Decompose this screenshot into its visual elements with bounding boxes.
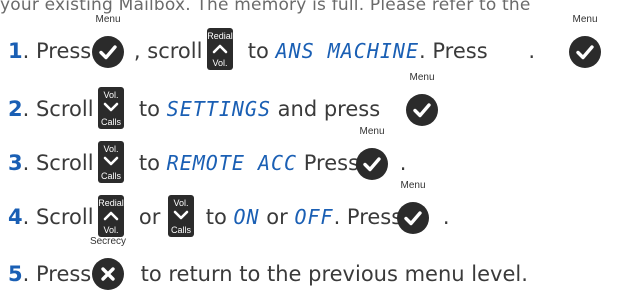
lcd-text: ON <box>233 205 260 229</box>
step-5: 5. Press to return to the previous menu … <box>8 262 528 286</box>
secrecy-button[interactable] <box>92 258 124 290</box>
menu-button[interactable] <box>92 36 124 68</box>
step-1: 1. Press , scroll to ANS MACHINE. Press … <box>8 39 535 63</box>
step-number: 1 <box>8 39 23 63</box>
step-number: 5 <box>8 262 23 286</box>
redial-vol-up-key[interactable]: Redial Vol. <box>207 28 233 70</box>
secrecy-caption: Secrecy <box>89 236 127 247</box>
menu-button[interactable] <box>406 94 438 126</box>
step-number: 2 <box>8 97 23 121</box>
menu-caption: Menu <box>95 14 121 25</box>
lcd-text: ANS MACHINE <box>275 39 420 63</box>
lcd-text: OFF <box>294 205 334 229</box>
menu-button[interactable] <box>397 202 429 234</box>
step-4: 4. Scroll or to ON or OFF. Press . <box>8 205 450 229</box>
step-3: 3. Scroll to REMOTE ACC Press . <box>8 151 407 175</box>
menu-caption: Menu <box>409 72 435 83</box>
menu-caption: Menu <box>572 14 598 25</box>
step-2: 2. Scroll to SETTINGS and press . <box>8 97 428 121</box>
vol-calls-down-key[interactable]: Vol. Calls <box>98 87 124 129</box>
step-number: 4 <box>8 205 23 229</box>
checkmark-icon <box>363 157 381 172</box>
checkmark-icon <box>404 211 422 226</box>
lcd-text: SETTINGS <box>166 97 271 121</box>
menu-button[interactable] <box>569 36 601 68</box>
close-icon <box>101 267 115 281</box>
vol-calls-down-key[interactable]: Vol. Calls <box>98 141 124 183</box>
redial-vol-up-key[interactable]: Redial Vol. <box>98 195 124 237</box>
menu-button[interactable] <box>356 148 388 180</box>
checkmark-icon <box>576 45 594 60</box>
chevron-down-icon <box>173 210 189 220</box>
chevron-up-icon <box>103 211 119 221</box>
chevron-down-icon <box>103 156 119 166</box>
step-number: 3 <box>8 151 23 175</box>
cut-off-top-line: your existing Mailbox. The memory is ful… <box>0 0 531 15</box>
menu-caption: Menu <box>359 126 385 137</box>
checkmark-icon <box>413 103 431 118</box>
vol-calls-down-key[interactable]: Vol. Calls <box>168 195 194 237</box>
chevron-down-icon <box>103 102 119 112</box>
chevron-up-icon <box>212 44 228 54</box>
menu-caption: Menu <box>400 180 426 191</box>
lcd-text: REMOTE ACC <box>166 151 298 175</box>
checkmark-icon <box>99 45 117 60</box>
